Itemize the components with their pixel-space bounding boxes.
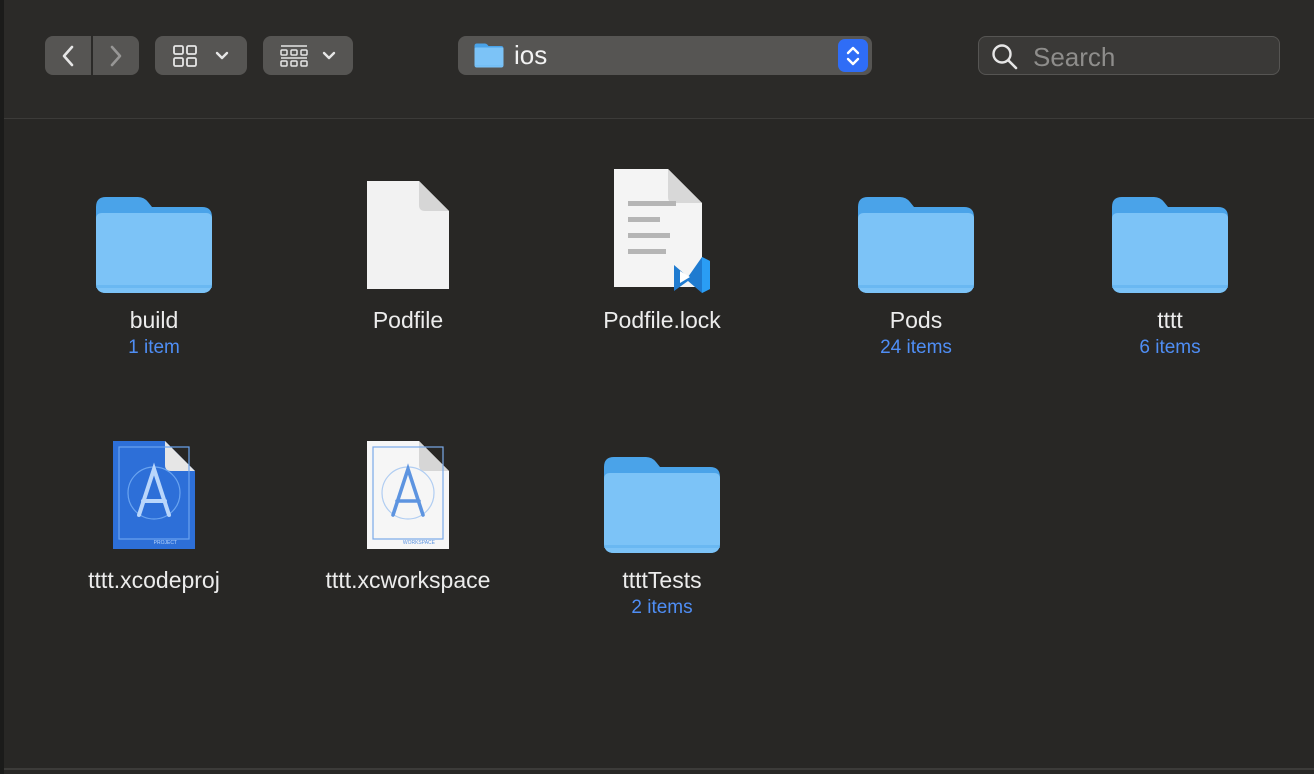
file-name: tttt bbox=[1157, 307, 1183, 333]
file-item-xcodeproj[interactable]: PROJECT tttt.xcodeproj bbox=[34, 423, 274, 595]
folder-icon bbox=[94, 193, 214, 293]
view-mode-button[interactable] bbox=[155, 36, 247, 75]
chevron-left-icon bbox=[62, 45, 74, 66]
svg-text:PROJECT: PROJECT bbox=[154, 540, 177, 546]
toolbar: ios bbox=[4, 0, 1314, 119]
document-icon bbox=[367, 181, 449, 289]
file-name: Podfile.lock bbox=[603, 307, 721, 333]
file-name: Podfile bbox=[372, 307, 444, 333]
search-icon bbox=[992, 44, 1018, 70]
file-name: tttt.xcodeproj bbox=[88, 567, 220, 593]
search-input[interactable] bbox=[1031, 41, 1275, 73]
file-item-tttttests[interactable]: ttttTests 2 items bbox=[542, 423, 782, 621]
xcode-project-icon: PROJECT bbox=[113, 441, 195, 549]
search-field[interactable] bbox=[978, 36, 1280, 75]
folder-icon bbox=[1110, 193, 1230, 293]
path-popup-button[interactable]: ios bbox=[458, 36, 872, 75]
folder-icon bbox=[602, 453, 722, 553]
file-item-tttt[interactable]: tttt 6 items bbox=[1050, 163, 1290, 361]
popup-stepper-icon bbox=[838, 39, 868, 72]
back-button[interactable] bbox=[45, 36, 91, 75]
vscode-document-icon bbox=[614, 169, 710, 293]
chevron-right-icon bbox=[110, 45, 122, 66]
folder-icon bbox=[856, 193, 976, 293]
file-name: tttt.xcworkspace bbox=[325, 567, 491, 593]
svg-text:WORKSPACE: WORKSPACE bbox=[403, 540, 436, 546]
file-name: Pods bbox=[889, 307, 943, 333]
file-item-xcworkspace[interactable]: WORKSPACE tttt.xcworkspace bbox=[288, 423, 528, 595]
item-count: 2 items bbox=[631, 597, 693, 618]
forward-button[interactable] bbox=[93, 36, 139, 75]
chevron-down-icon bbox=[322, 51, 336, 59]
path-title: ios bbox=[514, 40, 548, 70]
status-divider bbox=[4, 768, 1314, 770]
file-item-build[interactable]: build 1 item bbox=[34, 163, 274, 361]
file-name: ttttTests bbox=[622, 567, 702, 593]
file-item-podfile[interactable]: Podfile bbox=[288, 163, 528, 335]
item-count: 6 items bbox=[1139, 337, 1201, 358]
group-by-icon bbox=[280, 44, 308, 67]
folder-icon bbox=[474, 42, 504, 68]
chevron-down-icon bbox=[215, 51, 229, 59]
file-grid: build 1 item Podfile Podfile.lock Pods 2… bbox=[4, 119, 1314, 769]
xcode-workspace-icon: WORKSPACE bbox=[367, 441, 449, 549]
file-name: build bbox=[129, 307, 179, 333]
item-count: 24 items bbox=[880, 337, 952, 358]
file-item-pods[interactable]: Pods 24 items bbox=[796, 163, 1036, 361]
file-item-podfile-lock[interactable]: Podfile.lock bbox=[542, 163, 782, 335]
icon-grid-view-icon bbox=[173, 44, 197, 67]
item-count: 1 item bbox=[128, 337, 180, 358]
group-by-button[interactable] bbox=[263, 36, 353, 75]
